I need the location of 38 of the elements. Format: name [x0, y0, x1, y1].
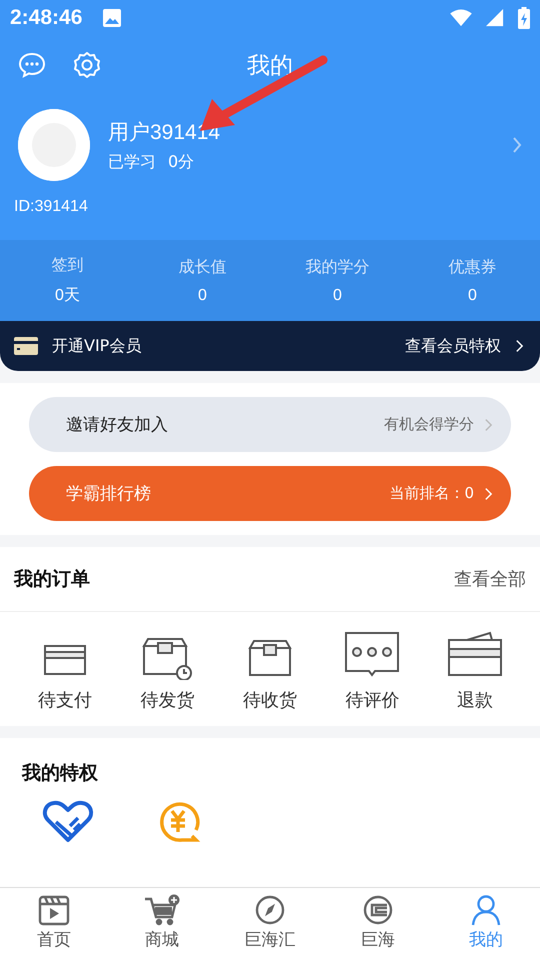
section-title: 我的订单 [14, 567, 90, 592]
section-title: 我的特权 [22, 761, 99, 786]
vip-card-icon [14, 337, 38, 355]
view-all-link[interactable]: 查看全部 [454, 567, 526, 591]
order-label: 待发货 [140, 689, 195, 712]
chevron-right-icon [515, 338, 524, 354]
chevron-right-icon [484, 416, 493, 432]
stat-value: 0 [468, 286, 477, 304]
settings-icon[interactable] [73, 51, 101, 79]
order-label: 退款 [456, 689, 493, 712]
vip-link[interactable]: 查看会员特权 [405, 336, 501, 356]
order-label: 待收货 [243, 689, 298, 712]
chevron-right-icon [484, 486, 493, 502]
order-label: 待支付 [38, 689, 92, 712]
stat-value: 0 [198, 286, 207, 304]
stat-value: 0 [333, 286, 342, 304]
cart-icon [144, 894, 180, 926]
page-title: 我的 [246, 52, 294, 80]
tab[interactable]: 巨海 [324, 888, 432, 960]
signal-icon [484, 9, 506, 27]
image-icon [102, 8, 122, 28]
chat-icon[interactable] [18, 51, 46, 79]
battery-icon [518, 7, 530, 29]
studied-value: 0分 [168, 152, 194, 172]
tab[interactable]: 商城 [108, 888, 216, 960]
status-time: 2:48:46 [10, 6, 82, 30]
order-label: 待评价 [345, 689, 400, 712]
vip-banner[interactable]: 开通VIP会员 查看会员特权 [0, 321, 540, 371]
tab[interactable]: 巨海汇 [216, 888, 324, 960]
tab[interactable]: 首页 [0, 888, 108, 960]
vip-label: 开通VIP会员 [52, 336, 142, 356]
user-id: ID:391414 [13, 197, 89, 216]
wifi-icon [450, 9, 472, 27]
studied-label: 已学习 [108, 152, 156, 172]
stat-value: 0天 [55, 286, 80, 306]
video-icon [36, 894, 72, 926]
invite-button[interactable]: 邀请好友加入 有机会得学分 [29, 397, 511, 452]
heart-icon[interactable] [42, 800, 94, 844]
